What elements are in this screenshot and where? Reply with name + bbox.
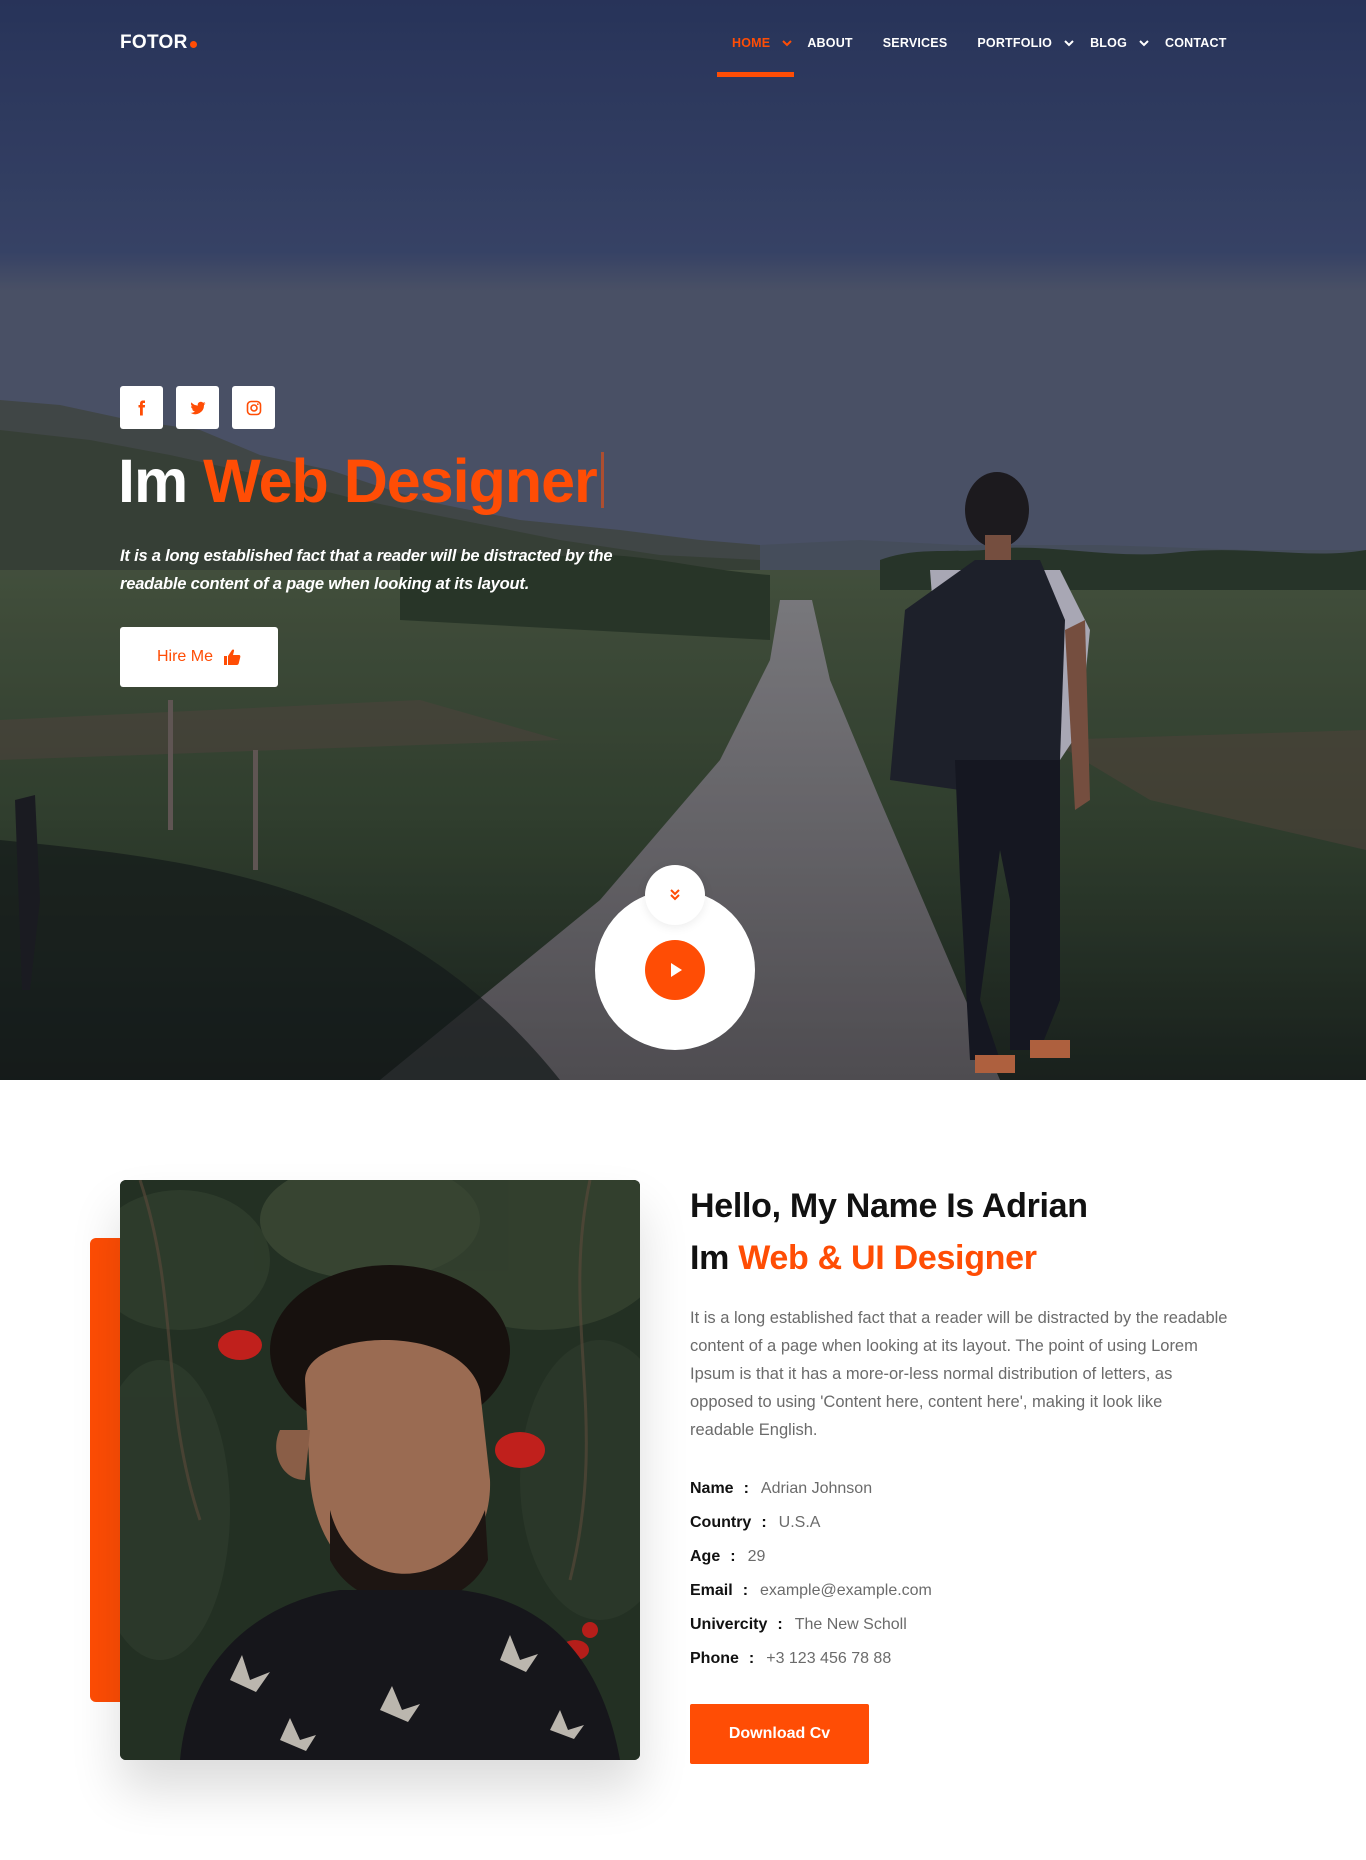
info-row-name: Name: Adrian Johnson [690,1472,1250,1506]
info-key: Univercity [690,1616,768,1633]
info-value: The New Scholl [794,1616,907,1633]
typing-cursor [600,452,604,508]
about-subheading-prefix: Im [690,1239,730,1277]
info-value[interactable]: +3 123 456 78 88 [766,1650,891,1668]
nav-item-blog[interactable]: BLOG [1090,36,1151,50]
play-button[interactable] [645,940,705,1000]
info-separator: : [748,1650,755,1667]
info-value: 29 [747,1548,766,1565]
facebook-button[interactable] [120,386,163,429]
info-value: Adrian Johnson [760,1480,873,1497]
nav-item-contact-label: CONTACT [1165,36,1227,50]
nav-item-blog-label: BLOG [1090,36,1127,50]
chevron-down-icon [782,40,793,47]
hero-section: FOTOR HOME ABOUT SERVICES PORTFOLIO BLOG [0,0,1366,1080]
nav-item-about-label: ABOUT [807,36,853,50]
info-separator: : [730,1548,736,1565]
nav-item-about[interactable]: ABOUT [807,36,852,50]
main-nav: HOME ABOUT SERVICES PORTFOLIO BLOG CONTA… [732,36,1227,50]
info-separator: : [743,1480,749,1497]
info-key: Age [690,1548,721,1565]
hire-me-label: Hire Me [156,648,213,665]
info-value: U.S.A [778,1514,821,1531]
info-row-country: Country: U.S.A [690,1506,1250,1540]
about-heading: Hello, My Name Is Adrian [690,1187,1088,1225]
hero-description: It is a long established fact that a rea… [120,547,613,593]
info-row-age: Age:29 [690,1540,1250,1574]
instagram-button[interactable] [232,386,275,429]
nav-item-services-label: SERVICES [882,36,948,50]
info-row-university: Univercity: The New Scholl [690,1608,1250,1642]
brand-name: FOTOR [120,32,188,53]
info-row-email: Email: example@example.com [690,1574,1250,1608]
nav-item-portfolio[interactable]: PORTFOLIO [977,36,1076,50]
hero-title-prefix: Im [118,447,188,515]
info-key: Name [690,1480,734,1497]
profile-photo [120,1180,640,1760]
chevron-down-icon [1064,40,1074,47]
nav-item-portfolio-label: PORTFOLIO [977,36,1053,50]
download-cv-button[interactable]: Download Cv [690,1704,869,1764]
info-separator: : [761,1514,767,1531]
social-links [120,386,275,429]
instagram-icon [246,400,261,415]
hero-title-highlight: Web Designer [203,447,598,515]
personal-info-list: Name: Adrian Johnson Country: U.S.A Age:29… [690,1472,1250,1676]
navbar: FOTOR HOME ABOUT SERVICES PORTFOLIO BLOG [0,0,1366,88]
logo-dot [189,41,197,48]
nav-item-home[interactable]: HOME [732,36,794,50]
hero-title: Im Web Designer [118,446,604,516]
about-paragraph: It is a long established fact that a rea… [690,1309,1228,1439]
nav-item-home-label: HOME [732,36,771,50]
info-key: Country [690,1514,752,1531]
about-subheading-highlight: Web & UI Designer [738,1239,1037,1277]
info-value[interactable]: example@example.com [760,1582,932,1600]
thumbs-up-icon [224,649,241,665]
scroll-down-button[interactable] [645,865,705,925]
info-separator: : [777,1616,783,1633]
hire-me-button[interactable]: Hire Me [120,627,278,687]
info-row-phone: Phone: +3 123 456 78 88 [690,1642,1250,1676]
about-content: Hello, My Name Is Adrian Im Web & UI Des… [690,1180,1250,1764]
nav-active-indicator [717,72,794,77]
info-key: Email [690,1582,733,1599]
double-chevron-down-icon [670,889,680,901]
info-separator: : [742,1582,749,1599]
nav-item-contact[interactable]: CONTACT [1165,36,1227,50]
twitter-button[interactable] [176,386,219,429]
play-icon [671,963,682,977]
info-key: Phone [690,1650,739,1667]
nav-item-services[interactable]: SERVICES [883,36,948,50]
twitter-icon [189,401,205,414]
chevron-down-icon [1139,40,1149,47]
brand-logo[interactable]: FOTOR [120,32,197,54]
about-subheading: Im Web & UI Designer [690,1232,1250,1284]
profile-portrait-image [120,1180,640,1760]
facebook-icon [138,400,145,415]
